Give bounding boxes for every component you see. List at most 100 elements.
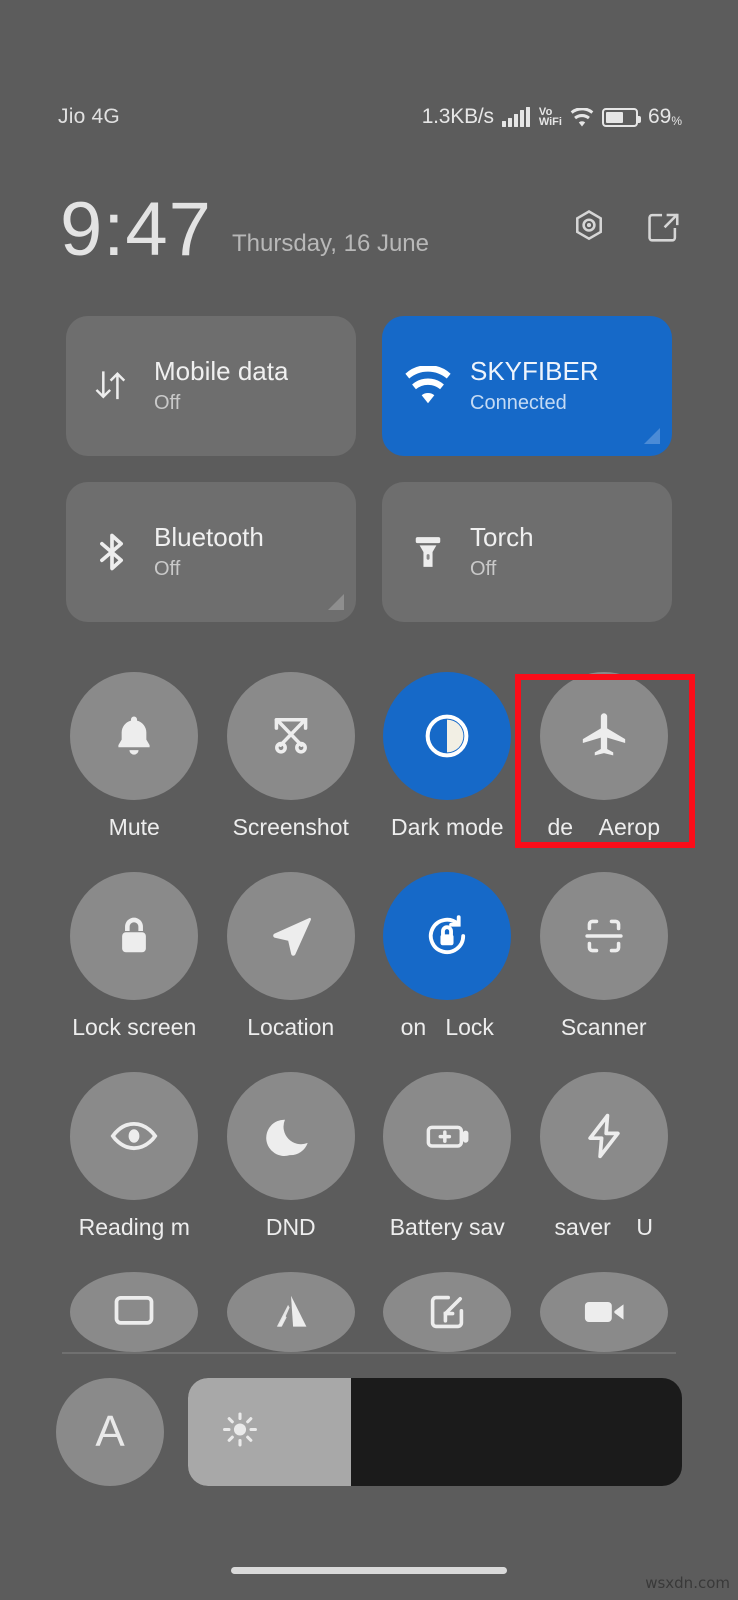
tile-bluetooth-text: Bluetooth Off xyxy=(154,522,264,582)
toggle-row-4-clipped xyxy=(0,1272,738,1352)
tile-bluetooth[interactable]: Bluetooth Off xyxy=(66,482,356,622)
toggle-screenshot[interactable]: Screenshot xyxy=(213,672,370,872)
carrier-label: Jio 4G xyxy=(58,105,120,128)
toggle-label: Location xyxy=(247,1014,335,1040)
battery-icon xyxy=(601,107,641,127)
rotation-lock-icon xyxy=(383,872,512,1000)
tile-wifi[interactable]: SKYFIBER Connected xyxy=(382,316,672,456)
toggle-label-main: saver xyxy=(554,1214,611,1240)
contrast-icon xyxy=(383,672,512,800)
volte-wifi-icon: Vo WiFi xyxy=(538,106,562,128)
location-arrow-icon xyxy=(226,872,355,1000)
signal-bars-icon xyxy=(501,107,530,127)
tile-subtitle: Off xyxy=(470,557,497,580)
clock-label: 9:47 xyxy=(60,187,212,272)
video-camera-icon xyxy=(539,1272,668,1352)
toggle-dnd[interactable]: DND xyxy=(213,1072,370,1272)
toggle-grid: Mute Screenshot Dark mode de Aerop Lock … xyxy=(0,672,738,1272)
toggle-rotation-lock[interactable]: on Lock xyxy=(369,872,526,1072)
tile-title: Bluetooth xyxy=(154,522,264,553)
toggle-battery-saver[interactable]: Battery sav xyxy=(369,1072,526,1272)
toggle-label-left-fragment: de xyxy=(547,814,574,840)
second-space-icon xyxy=(226,1272,355,1352)
volte-line-2: WiFi xyxy=(538,116,562,128)
toggle-dark-mode[interactable]: Dark mode xyxy=(369,672,526,872)
home-indicator[interactable] xyxy=(231,1567,507,1574)
header-icon-group xyxy=(570,208,682,251)
header-row: 9:47 Thursday, 16 June xyxy=(0,186,738,282)
toggle-label: Battery sav xyxy=(389,1214,505,1240)
torch-icon xyxy=(404,528,452,576)
wifi-icon xyxy=(404,362,452,410)
network-speed-label: 1.3KB/s xyxy=(421,105,494,128)
toggle-aeroplane-mode[interactable]: de Aerop xyxy=(526,672,683,872)
toggle-location[interactable]: Location xyxy=(213,872,370,1072)
tile-mobile-data[interactable]: Mobile data Off xyxy=(66,316,356,456)
tile-mobile-data-text: Mobile data Off xyxy=(154,356,288,416)
toggle-row-4 xyxy=(0,1272,738,1352)
settings-gear-icon[interactable] xyxy=(570,208,608,251)
tile-title: Mobile data xyxy=(154,356,289,387)
toggle-label: Reading m xyxy=(78,1214,190,1240)
toggle-label-main: Lock xyxy=(445,1014,494,1040)
toggle-ultra-battery-saver[interactable]: saver U xyxy=(526,1072,683,1272)
toggle-second-space[interactable] xyxy=(213,1272,370,1352)
tile-expand-corner-icon[interactable] xyxy=(328,594,344,610)
toggle-label: Mute xyxy=(108,814,160,840)
toggle-label-main: Aerop xyxy=(598,814,661,840)
brightness-row: A xyxy=(56,1378,682,1486)
bluetooth-icon xyxy=(88,528,136,576)
eye-icon xyxy=(70,1072,199,1200)
toggle-label: Screenshot xyxy=(232,814,349,840)
big-tile-row-1: Mobile data Off SKYFIBER Connected xyxy=(66,316,672,456)
toggle-mute[interactable]: Mute xyxy=(56,672,213,872)
big-tile-row-2: Bluetooth Off Torch Off xyxy=(66,482,672,622)
screen-record-icon xyxy=(383,1272,512,1352)
toggle-label-left-fragment: on xyxy=(400,1014,427,1040)
toggle-row-2: Lock screen Location on Lock Scanner xyxy=(0,872,738,1072)
mobile-data-icon xyxy=(88,362,136,410)
sun-icon xyxy=(218,1408,262,1457)
tile-title: Torch xyxy=(470,522,534,553)
battery-percent-label: 69% xyxy=(647,105,682,128)
toggle-label: saver U xyxy=(555,1214,653,1241)
toggle-cast[interactable] xyxy=(56,1272,213,1352)
brightness-slider[interactable] xyxy=(188,1378,682,1486)
date-label: Thursday, 16 June xyxy=(232,230,430,257)
toggle-row-3: Reading m DND Battery sav saver U xyxy=(0,1072,738,1272)
tile-title: SKYFIBER xyxy=(470,356,599,387)
tile-torch-text: Torch Off xyxy=(470,522,534,582)
toggle-video-toolbox[interactable] xyxy=(526,1272,683,1352)
toggle-scanner[interactable]: Scanner xyxy=(526,872,683,1072)
scanner-icon xyxy=(539,872,668,1000)
watermark: wsxdn.com xyxy=(645,1574,730,1592)
panel-bottom-edge xyxy=(62,1352,676,1354)
edit-tiles-icon[interactable] xyxy=(644,208,682,251)
toggle-lock-screen[interactable]: Lock screen xyxy=(56,872,213,1072)
lightning-icon xyxy=(539,1072,668,1200)
tile-subtitle: Connected xyxy=(470,391,567,414)
toggle-reading-mode[interactable]: Reading m xyxy=(56,1072,213,1272)
auto-brightness-label: A xyxy=(95,1407,125,1456)
brightness-slider-fill xyxy=(188,1378,352,1486)
toggle-label: DND xyxy=(265,1214,316,1240)
toggle-label-right-fragment: U xyxy=(636,1214,653,1240)
toggle-screen-recorder[interactable] xyxy=(369,1272,526,1352)
big-tile-group: Mobile data Off SKYFIBER Connected Bluet… xyxy=(66,316,672,648)
screenshot-icon xyxy=(226,672,355,800)
toggle-row-1: Mute Screenshot Dark mode de Aerop xyxy=(0,672,738,872)
moon-icon xyxy=(226,1072,355,1200)
status-bar-right-cluster: 1.3KB/s Vo WiFi 69% xyxy=(422,105,682,129)
toggle-label: de Aerop xyxy=(547,814,660,841)
tile-subtitle: Off xyxy=(154,391,181,414)
auto-brightness-button[interactable]: A xyxy=(56,1378,164,1486)
tile-wifi-text: SKYFIBER Connected xyxy=(470,356,599,416)
status-bar: Jio 4G 1.3KB/s Vo WiFi 69% xyxy=(0,96,738,138)
battery-plus-icon xyxy=(383,1072,512,1200)
toggle-label: Lock screen xyxy=(72,1014,197,1040)
tile-subtitle: Off xyxy=(154,557,181,580)
tile-torch[interactable]: Torch Off xyxy=(382,482,672,622)
quick-settings-panel: Jio 4G 1.3KB/s Vo WiFi 69% 9:47 Thursday… xyxy=(0,0,738,1600)
toggle-label: Scanner xyxy=(560,1014,647,1040)
tile-expand-corner-icon[interactable] xyxy=(644,428,660,444)
